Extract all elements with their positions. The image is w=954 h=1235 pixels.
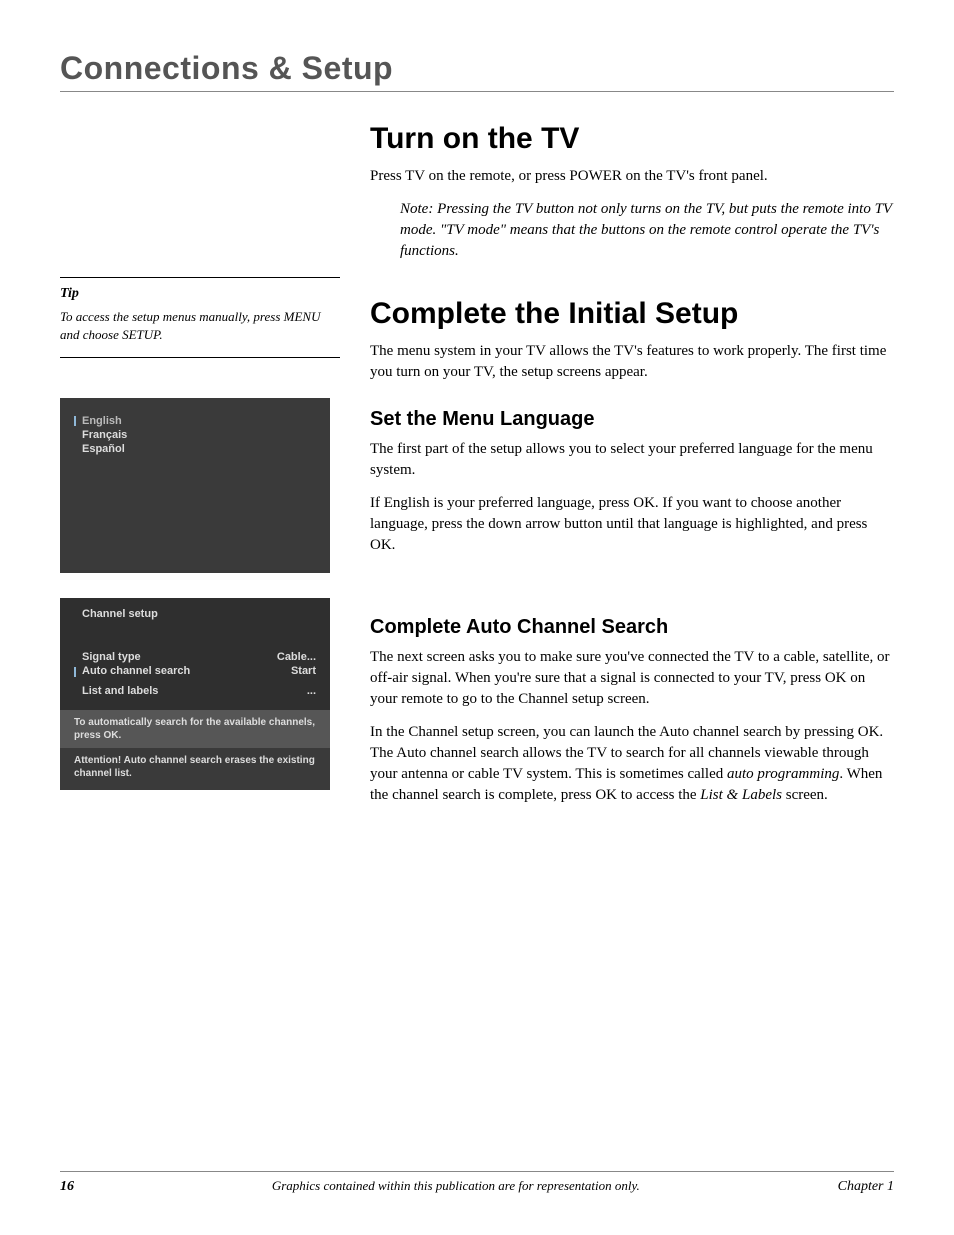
heading-menu-language: Set the Menu Language <box>370 408 894 431</box>
row-label: List and labels <box>82 685 158 697</box>
page-header: Connections & Setup <box>60 50 894 92</box>
page-footer: 16 Graphics contained within this public… <box>60 1171 894 1195</box>
note-text: Note: Pressing the TV button not only tu… <box>400 199 894 262</box>
lang-option-francais: Français <box>60 428 330 442</box>
channel-help-text: To automatically search for the availabl… <box>60 710 330 748</box>
paragraph: The next screen asks you to make sure yo… <box>370 647 894 710</box>
main-column: Turn on the TV Press TV on the remote, o… <box>370 122 894 818</box>
heading-turn-on-tv: Turn on the TV <box>370 122 894 156</box>
paragraph: If English is your preferred language, p… <box>370 493 894 556</box>
footer-disclaimer: Graphics contained within this publicati… <box>272 1178 640 1194</box>
row-label: Signal type <box>82 651 141 663</box>
tip-label: Tip <box>60 286 340 302</box>
channel-warning-text: Attention! Auto channel search erases th… <box>60 748 330 790</box>
text-run: screen. <box>782 787 828 803</box>
heading-auto-channel-search: Complete Auto Channel Search <box>370 616 894 639</box>
row-value: ... <box>307 685 316 697</box>
heading-initial-setup: Complete the Initial Setup <box>370 297 894 331</box>
row-value: Start <box>291 665 316 677</box>
paragraph: The first part of the setup allows you t… <box>370 439 894 481</box>
paragraph: The menu system in your TV allows the TV… <box>370 341 894 383</box>
paragraph: Press TV on the remote, or press POWER o… <box>370 166 894 187</box>
page-number: 16 <box>60 1179 74 1195</box>
chapter-label: Chapter 1 <box>838 1179 894 1195</box>
channel-setup-screenshot: Channel setup Signal type Cable... Auto … <box>60 598 330 790</box>
row-value: Cable... <box>277 651 316 663</box>
italic-term: List & Labels <box>700 787 782 803</box>
language-menu-screenshot: English Français Español <box>60 398 330 573</box>
channel-row-auto-search: Auto channel search Start <box>82 664 316 678</box>
italic-term: auto programming <box>727 766 839 782</box>
sidebar-column: Tip To access the setup menus manually, … <box>60 122 340 818</box>
row-label: Auto channel search <box>82 665 190 677</box>
tip-box: Tip To access the setup menus manually, … <box>60 277 340 358</box>
channel-row-signal-type: Signal type Cable... <box>82 650 316 664</box>
channel-setup-panel: Channel setup Signal type Cable... Auto … <box>60 598 330 710</box>
paragraph: In the Channel setup screen, you can lau… <box>370 722 894 806</box>
tip-text: To access the setup menus manually, pres… <box>60 308 340 343</box>
lang-option-english: English <box>60 414 330 428</box>
lang-option-espanol: Español <box>60 442 330 456</box>
channel-setup-title: Channel setup <box>82 608 316 620</box>
content-columns: Tip To access the setup menus manually, … <box>60 122 894 818</box>
channel-row-list-labels: List and labels ... <box>82 684 316 698</box>
